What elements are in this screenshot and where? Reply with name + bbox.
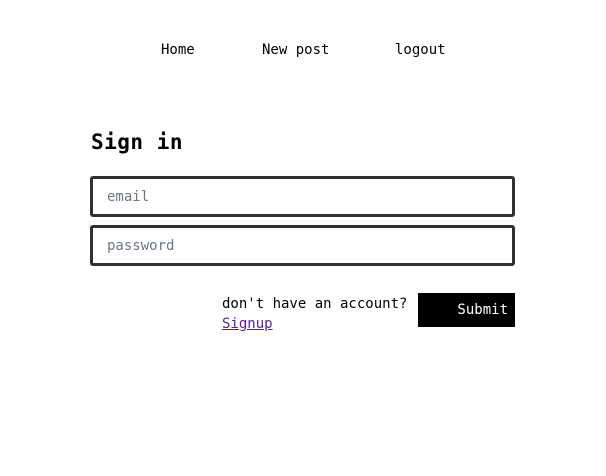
top-nav: Home New post logout xyxy=(0,41,606,61)
password-field[interactable] xyxy=(90,225,515,266)
page-title: Sign in xyxy=(91,130,184,154)
nav-new-post-link[interactable]: New post xyxy=(262,41,329,59)
signup-prompt: don't have an account? Signup xyxy=(222,294,407,334)
submit-button[interactable]: Submit xyxy=(418,293,515,327)
account-prompt-text: don't have an account? xyxy=(222,296,408,312)
nav-logout-link[interactable]: logout xyxy=(395,41,446,59)
email-field[interactable] xyxy=(90,176,515,217)
signup-link[interactable]: Signup xyxy=(222,314,407,334)
nav-home-link[interactable]: Home xyxy=(161,41,195,59)
